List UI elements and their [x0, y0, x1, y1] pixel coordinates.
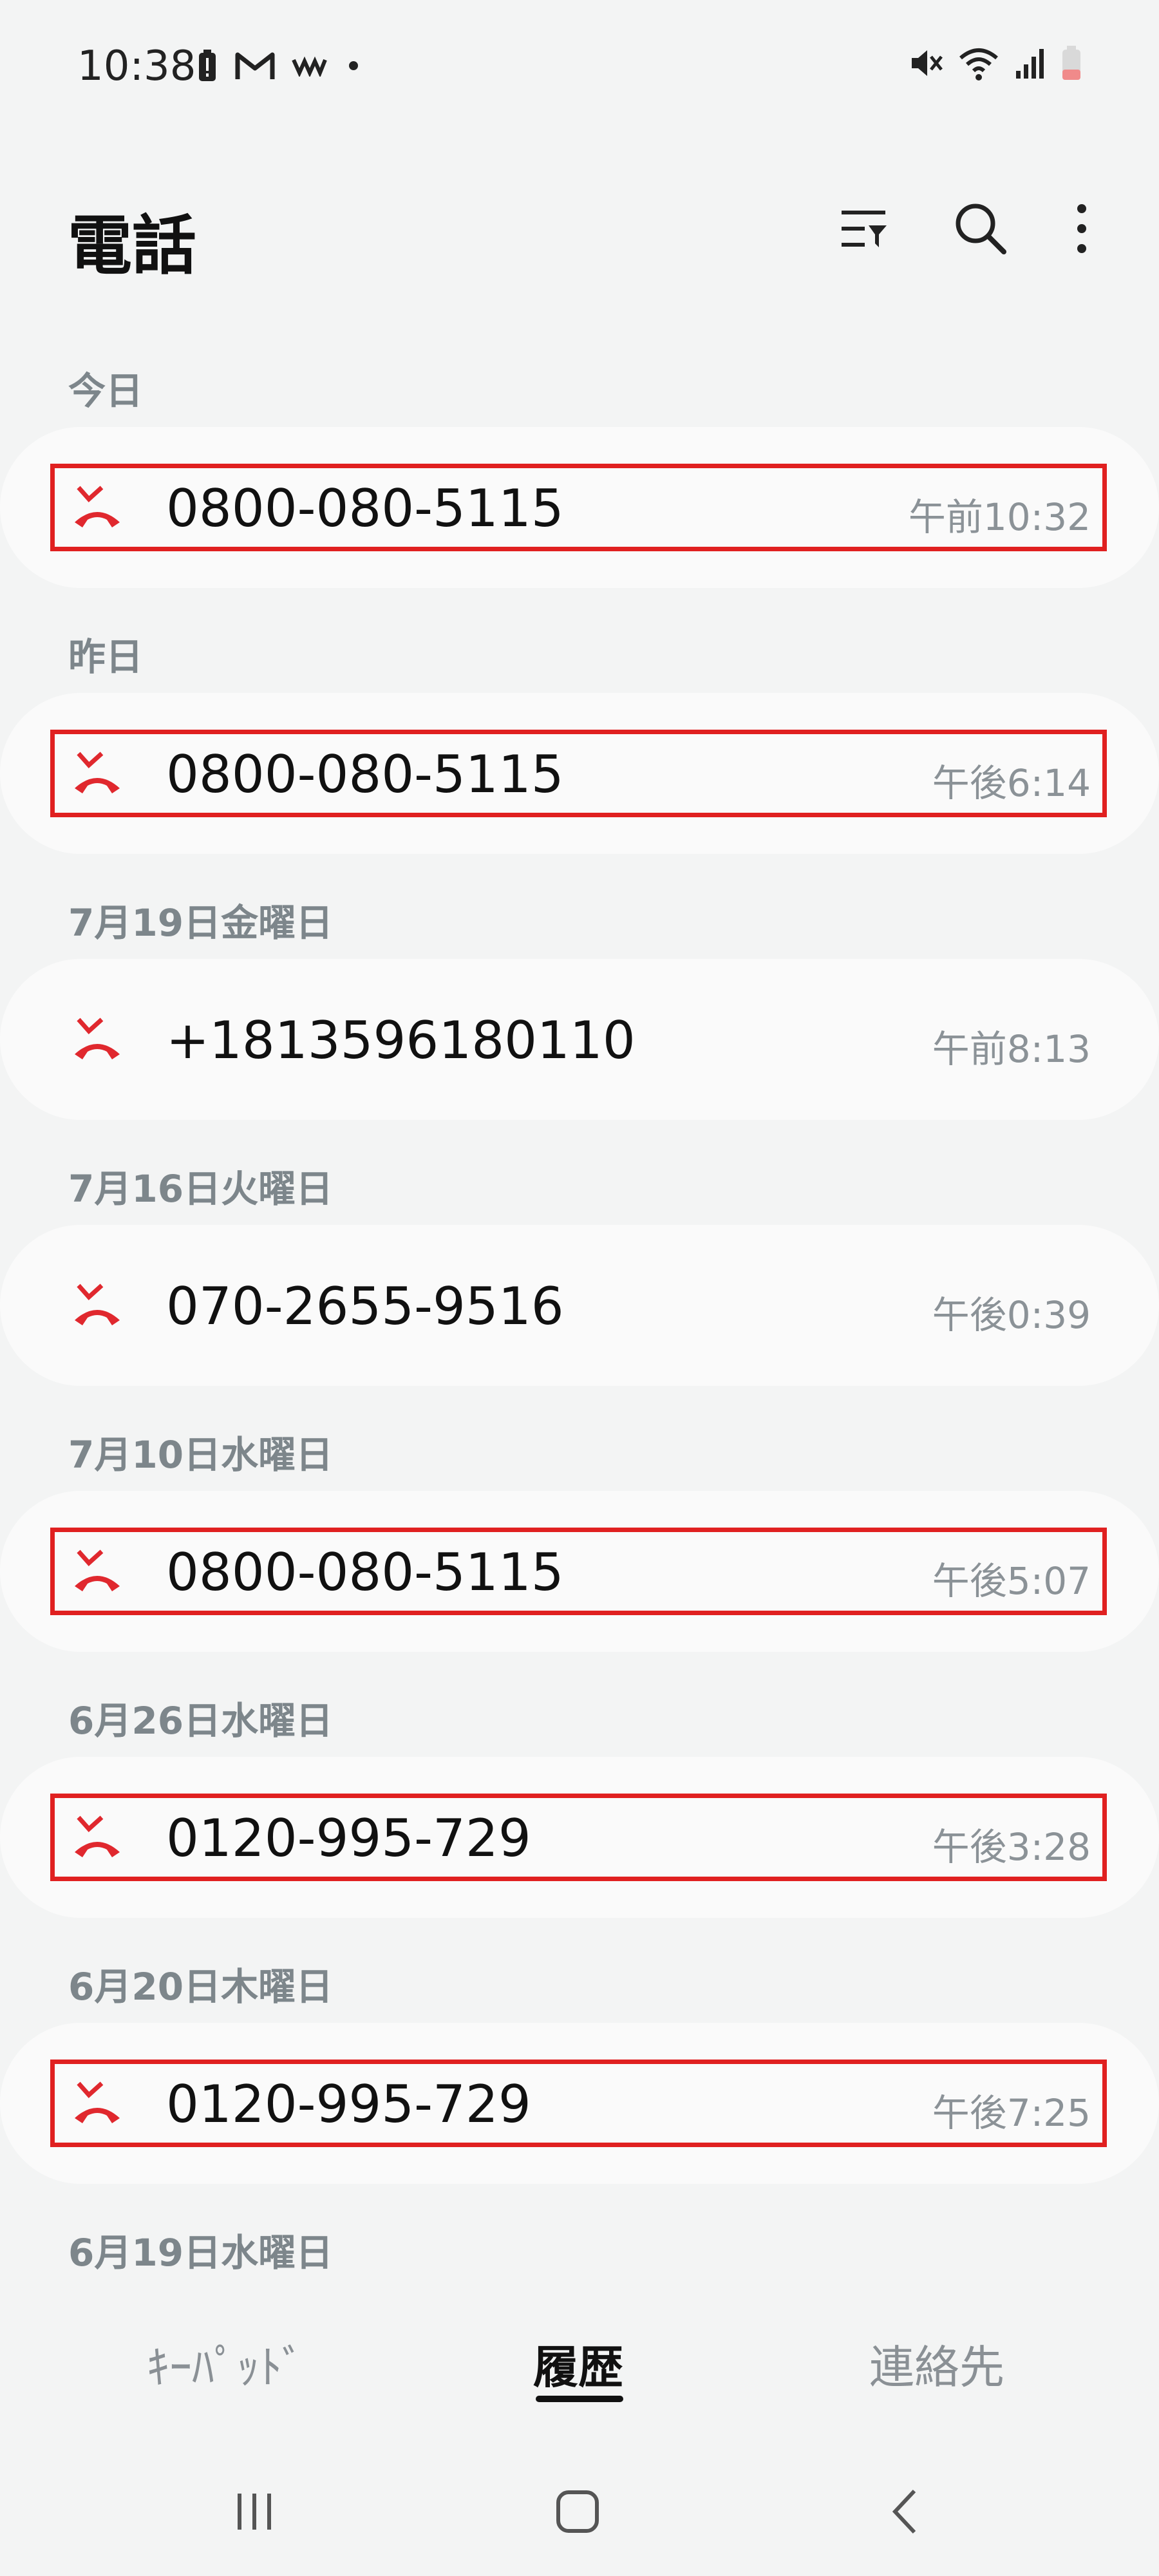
- call-number: 0800-080-5115: [166, 744, 564, 804]
- home-icon: [556, 2490, 599, 2533]
- call-time: 午後7:25: [932, 2091, 1091, 2135]
- call-number: 0800-080-5115: [166, 1542, 564, 1602]
- search-icon: [956, 204, 1006, 254]
- battery-alert-icon: [199, 50, 216, 81]
- call-log-item[interactable]: +1813596180110 午前8:13: [0, 959, 1159, 1120]
- header-actions: [828, 193, 1101, 264]
- missed-call-icon: [75, 2081, 120, 2123]
- date-header: 6月20日木曜日: [68, 1965, 334, 2009]
- call-number: 0120-995-729: [166, 2074, 531, 2134]
- more-options-button[interactable]: [1062, 193, 1101, 264]
- date-header: 6月19日水曜日: [68, 2231, 334, 2275]
- date-header: 6月26日水曜日: [68, 1699, 334, 1743]
- date-header: 7月19日金曜日: [68, 901, 334, 945]
- missed-call-icon: [75, 1283, 120, 1325]
- dot-icon: [349, 61, 358, 70]
- mute-icon: [912, 50, 943, 76]
- system-navigation-bar: [0, 2441, 1159, 2576]
- call-log-item[interactable]: 070-2655-9516 午後0:39: [0, 1225, 1159, 1386]
- call-time: 午前8:13: [932, 1027, 1091, 1071]
- call-time: 午後5:07: [932, 1559, 1091, 1603]
- missed-call-icon: [75, 1549, 120, 1591]
- status-bar: 10:38: [0, 0, 1159, 129]
- call-number: +1813596180110: [166, 1010, 636, 1070]
- date-header: 今日: [68, 369, 144, 413]
- call-log-item[interactable]: 0120-995-729 午後3:28: [0, 1757, 1159, 1918]
- active-tab-indicator: [536, 2396, 623, 2402]
- call-log-item[interactable]: 0800-080-5115 午後5:07: [0, 1491, 1159, 1652]
- missed-call-icon: [75, 752, 120, 793]
- date-header: 7月10日水曜日: [68, 1433, 334, 1477]
- wifi-icon: [959, 48, 998, 80]
- system-status-icons: [908, 45, 1083, 81]
- call-log-item[interactable]: 0120-995-729 午後7:25: [0, 2023, 1159, 2184]
- gmail-icon: [235, 52, 275, 79]
- call-time: 午前10:32: [908, 495, 1091, 539]
- page-title: 電話: [68, 208, 196, 283]
- more-icon: [1077, 204, 1086, 253]
- call-log-item[interactable]: 0800-080-5115 午後6:14: [0, 693, 1159, 854]
- call-number: 070-2655-9516: [166, 1276, 564, 1336]
- recents-icon: [238, 2494, 271, 2530]
- recents-button[interactable]: [219, 2476, 290, 2547]
- call-number: 0800-080-5115: [166, 478, 564, 538]
- status-time: 10:38: [77, 43, 196, 90]
- date-header: 昨日: [68, 635, 144, 679]
- missed-call-icon: [75, 1018, 120, 1059]
- call-time: 午後3:28: [932, 1825, 1091, 1869]
- call-time: 午後6:14: [932, 761, 1091, 805]
- tab-contacts[interactable]: 連絡先: [869, 2331, 1004, 2396]
- tab-keypad[interactable]: ｷｰﾊﾟｯﾄﾞ: [147, 2331, 305, 2396]
- back-button[interactable]: [869, 2476, 940, 2547]
- battery-low-icon: [1062, 46, 1080, 80]
- call-log-item[interactable]: 0800-080-5115 午前10:32: [0, 427, 1159, 588]
- app-notification-icon: [292, 56, 327, 77]
- missed-call-icon: [75, 486, 120, 527]
- notification-icons: [196, 49, 360, 82]
- home-button[interactable]: [542, 2476, 613, 2547]
- filter-icon: [842, 211, 887, 247]
- tab-history[interactable]: 履歴: [533, 2331, 623, 2396]
- search-button[interactable]: [945, 193, 1016, 264]
- missed-call-icon: [75, 1815, 120, 1857]
- call-number: 0120-995-729: [166, 1808, 531, 1868]
- bottom-tab-bar: ｷｰﾊﾟｯﾄﾞ 履歴 連絡先: [0, 2312, 1159, 2415]
- date-header: 7月16日火曜日: [68, 1167, 334, 1211]
- call-time: 午後0:39: [932, 1293, 1091, 1337]
- signal-icon: [1016, 49, 1044, 79]
- back-icon: [892, 2489, 916, 2534]
- filter-button[interactable]: [828, 193, 899, 264]
